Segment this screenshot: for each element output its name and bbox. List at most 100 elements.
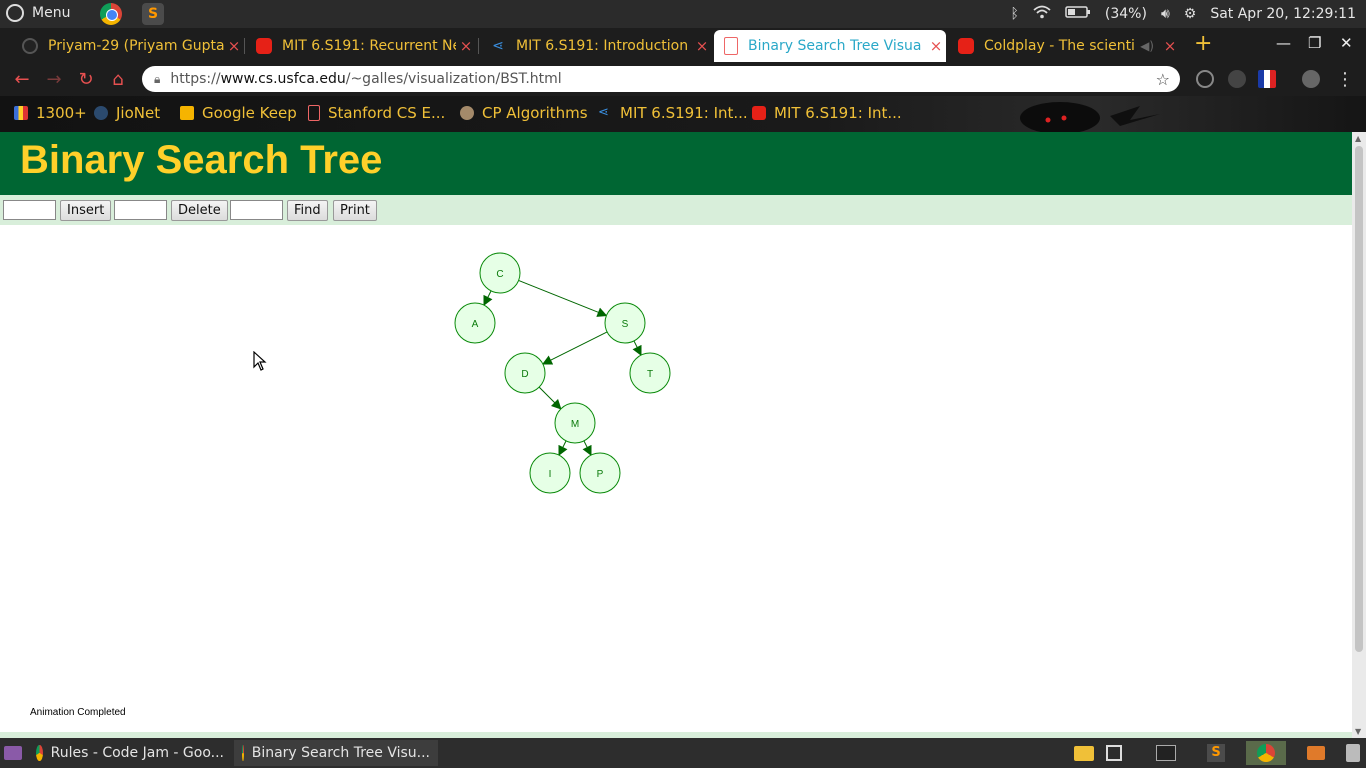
tab-close-icon[interactable]: ×: [224, 37, 244, 55]
chrome-icon: [36, 745, 43, 761]
tree-nodes: C A S D T M I P: [454, 252, 671, 494]
scroll-up-icon[interactable]: ▲: [1355, 134, 1361, 143]
reload-icon[interactable]: ↻: [75, 69, 97, 90]
delete-button[interactable]: Delete: [171, 200, 228, 221]
bookmark-label: 1300+: [36, 104, 87, 122]
delete-input[interactable]: [114, 200, 167, 220]
tree-node-label: I: [549, 469, 552, 480]
os-menu-button[interactable]: Menu: [6, 4, 70, 22]
maximize-icon[interactable]: ❐: [1308, 34, 1321, 52]
volume-icon[interactable]: 🔊︎: [1161, 6, 1170, 22]
vertical-scrollbar[interactable]: ▲ ▼: [1352, 132, 1366, 738]
bookmark-star-icon[interactable]: ☆: [1156, 70, 1170, 89]
tree-node-label: C: [496, 269, 503, 280]
tree-edge-C-A: [483, 290, 493, 307]
tree-node-A: A: [454, 302, 496, 344]
sublime-launcher-icon[interactable]: S: [142, 3, 164, 25]
bluetooth-icon[interactable]: ᛒ: [1010, 6, 1018, 22]
extension-flag-icon[interactable]: [1258, 70, 1276, 88]
tab-title: Priyam-29 (Priyam Gupta): [48, 38, 224, 54]
tree-node-C: C: [479, 252, 521, 294]
chrome-icon: [242, 745, 244, 761]
show-desktop-icon[interactable]: [0, 740, 26, 766]
tab-coldplay[interactable]: Coldplay - The scienti ◀) ×: [948, 30, 1180, 62]
tree-node-T: T: [629, 352, 671, 394]
bookmark-cp-algorithms[interactable]: CP Algorithms: [460, 104, 588, 122]
trash-icon[interactable]: [1340, 741, 1366, 765]
taskbar-item-code-jam[interactable]: Rules - Code Jam - Goo...: [28, 740, 232, 766]
tree-node-M: M: [554, 402, 596, 444]
bookmark-jionet[interactable]: JioNet: [94, 104, 160, 122]
window-close-icon[interactable]: ✕: [1340, 34, 1353, 52]
extension-media-icon[interactable]: [1228, 70, 1246, 88]
lock-screen-icon[interactable]: [1094, 741, 1134, 765]
scrollbar-thumb[interactable]: [1355, 146, 1363, 652]
bar-chart-icon: [14, 106, 28, 120]
bookmark-mit-intro[interactable]: ⋖ MIT 6.S191: Int...: [598, 104, 748, 122]
file-manager-icon[interactable]: [1296, 741, 1336, 765]
bookmark-stanford[interactable]: Stanford CS E...: [308, 104, 445, 122]
chrome-launcher-icon[interactable]: [100, 3, 122, 25]
jionet-icon: [94, 106, 108, 120]
browser-toolbar: ← → ↻ ⌂ 🔒︎ https:// www.cs.usfca.edu /~g…: [0, 62, 1366, 96]
find-input[interactable]: [230, 200, 283, 220]
visualization-canvas[interactable]: C A S D T M I P: [0, 225, 1352, 732]
new-tab-button[interactable]: +: [1194, 32, 1212, 56]
lock-icon[interactable]: 🔒︎: [154, 72, 160, 87]
tree-edge-S-D: [541, 331, 608, 365]
bookmark-label: JioNet: [116, 104, 161, 122]
page-title: Binary Search Tree: [20, 138, 383, 182]
tab-mit-intro[interactable]: ⋖ MIT 6.S191: Introduction ×: [480, 30, 712, 62]
scroll-down-icon[interactable]: ▼: [1355, 727, 1361, 736]
url-scheme: https://: [170, 71, 221, 87]
battery-percent: (34%): [1104, 6, 1147, 22]
back-arrow-icon[interactable]: ←: [11, 69, 33, 90]
tree-edge-M-I: [558, 440, 568, 457]
url-path: /~galles/visualization/BST.html: [345, 71, 562, 87]
forward-arrow-icon[interactable]: →: [43, 69, 65, 90]
address-bar[interactable]: 🔒︎ https:// www.cs.usfca.edu /~galles/vi…: [142, 66, 1180, 92]
find-button[interactable]: Find: [287, 200, 328, 221]
bookmarks-bar: 1300+ JioNet Google Keep Stanford CS E..…: [0, 96, 1366, 132]
browser-tabstrip: Priyam-29 (Priyam Gupta) × MIT 6.S191: R…: [0, 28, 1366, 62]
battery-icon[interactable]: [1065, 5, 1091, 23]
terminal-icon[interactable]: [1146, 741, 1186, 765]
tab-close-icon[interactable]: ×: [1160, 37, 1180, 55]
taskbar-item-bst[interactable]: Binary Search Tree Visu...: [234, 740, 438, 766]
bookmark-mit-youtube[interactable]: MIT 6.S191: Int...: [752, 104, 902, 122]
profile-avatar[interactable]: [1302, 70, 1320, 88]
ubuntu-logo-icon: [6, 4, 24, 22]
muted-speaker-icon[interactable]: ◀): [1140, 39, 1154, 53]
chrome-taskbar-icon[interactable]: [1246, 741, 1286, 765]
print-button[interactable]: Print: [333, 200, 377, 221]
share-icon: ⋖: [492, 38, 504, 54]
browser-menu-icon[interactable]: ⋮: [1334, 69, 1356, 90]
insert-button[interactable]: Insert: [60, 200, 112, 221]
extension-bulb-icon[interactable]: [1196, 70, 1214, 88]
page-content: Binary Search Tree Insert Delete Find Pr…: [0, 132, 1352, 732]
status-text: Animation Completed: [30, 707, 126, 718]
minimize-icon[interactable]: —: [1276, 34, 1291, 52]
tab-bst-visualization[interactable]: Binary Search Tree Visua ×: [714, 30, 946, 62]
bookmark-1300[interactable]: 1300+: [14, 104, 87, 122]
insert-input[interactable]: [3, 200, 56, 220]
tab-github[interactable]: Priyam-29 (Priyam Gupta) ×: [12, 30, 244, 62]
tab-close-icon[interactable]: ×: [692, 37, 712, 55]
tab-close-icon[interactable]: ×: [456, 37, 476, 55]
bookmark-label: Stanford CS E...: [328, 104, 446, 122]
clock[interactable]: Sat Apr 20, 12:29:11: [1210, 6, 1356, 22]
bookmark-google-keep[interactable]: Google Keep: [180, 104, 297, 122]
taskbar-label: Binary Search Tree Visu...: [251, 745, 430, 761]
controls-bar: Insert Delete Find Print: [0, 195, 1352, 225]
tree-edge-S-T: [632, 340, 642, 357]
tab-mit-rnn[interactable]: MIT 6.S191: Recurrent Ne ×: [246, 30, 476, 62]
tree-node-P: P: [579, 452, 621, 494]
bookmark-label: MIT 6.S191: Int...: [620, 104, 748, 122]
settings-gear-icon[interactable]: ⚙: [1184, 6, 1197, 22]
wifi-icon[interactable]: [1033, 5, 1051, 23]
sublime-text-icon[interactable]: S: [1196, 741, 1236, 765]
tab-close-icon[interactable]: ×: [926, 37, 946, 55]
share-icon: ⋖: [598, 105, 609, 120]
bookmark-label: MIT 6.S191: Int...: [774, 104, 902, 122]
home-icon[interactable]: ⌂: [107, 69, 129, 90]
